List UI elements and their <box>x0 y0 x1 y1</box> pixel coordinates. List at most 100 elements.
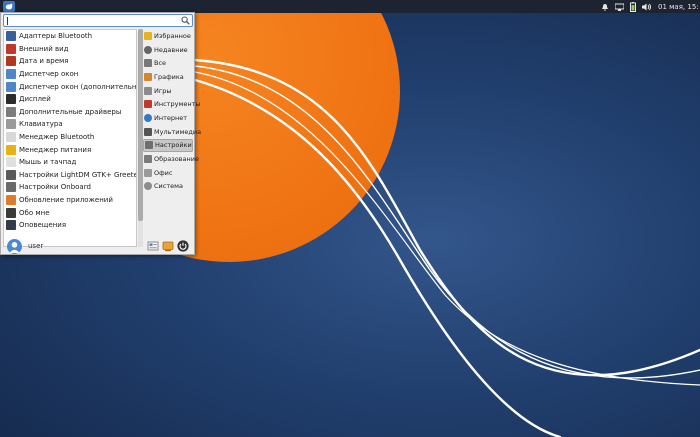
app-item-label: Менеджер питания <box>19 145 92 154</box>
category-item[interactable]: Игры <box>143 84 193 98</box>
all-apps-icon <box>144 59 152 68</box>
window-manager-icon <box>6 69 16 80</box>
category-item-label: Мультимедиа <box>154 127 202 136</box>
app-item-label: Адаптеры Bluetooth <box>19 32 93 41</box>
window-manager-tweaks-icon <box>6 81 16 92</box>
app-item[interactable]: Обновление приложений <box>4 194 136 207</box>
app-item[interactable]: Оповещения <box>4 219 136 232</box>
category-item[interactable]: Инструменты <box>143 97 201 111</box>
username-label: user <box>28 242 44 250</box>
application-list: Адаптеры Bluetooth Внешний вид Дата и врем… <box>3 29 137 247</box>
panel-clock[interactable]: 01 мая, 15:06 <box>658 3 698 11</box>
network-icon[interactable] <box>615 3 624 11</box>
app-item-label: Дисплей <box>19 95 51 104</box>
text-caret <box>7 17 8 25</box>
notifications-icon[interactable] <box>601 3 609 11</box>
app-item[interactable]: Менеджер питания <box>4 143 136 156</box>
app-item-label: Настройки LightDM GTK+ Greeter <box>19 170 137 179</box>
app-item-label: Обо мне <box>19 208 50 217</box>
category-item[interactable]: Система <box>143 180 193 194</box>
keyboard-icon <box>6 119 16 130</box>
category-item-label: Офис <box>154 168 173 177</box>
app-item-label: Обновление приложений <box>19 196 113 205</box>
category-item[interactable]: Настройки <box>143 138 193 153</box>
category-item-label: Избранное <box>154 31 191 40</box>
category-item-label: Образование <box>154 155 199 164</box>
app-item[interactable]: Менеджер Bluetooth <box>4 131 136 144</box>
app-item[interactable]: Мышь и тачпад <box>4 156 136 169</box>
system-tray: 01 мая, 15:06 <box>601 1 700 12</box>
category-item-label: Графика <box>154 72 184 81</box>
category-item[interactable]: Мультимедиа <box>143 125 201 139</box>
app-item[interactable]: Дисплей <box>4 93 136 106</box>
app-item[interactable]: Диспетчер окон <box>4 68 136 81</box>
category-item-label: Настройки <box>155 141 192 150</box>
app-item-label: Клавиатура <box>19 120 63 129</box>
lightdm-icon <box>6 169 16 180</box>
clock-icon <box>6 56 16 67</box>
appearance-icon <box>6 43 16 54</box>
category-item[interactable]: Графика <box>143 70 193 84</box>
bluetooth-adapter-icon <box>6 31 16 42</box>
bluetooth-manager-icon <box>6 132 16 143</box>
power-manager-icon <box>6 144 16 155</box>
app-menu-button[interactable] <box>3 1 15 12</box>
battery-icon[interactable] <box>630 1 636 12</box>
system-icon <box>144 182 152 191</box>
app-item[interactable]: Настройки Onboard <box>4 181 136 194</box>
games-icon <box>144 86 152 95</box>
menu-bottom-bar: user <box>1 237 194 255</box>
app-item[interactable]: Обо мне <box>4 206 136 219</box>
settings-manager-icon[interactable] <box>147 240 159 252</box>
app-item[interactable]: Адаптеры Bluetooth <box>4 30 136 43</box>
app-item-label: Мышь и тачпад <box>19 158 77 167</box>
category-item-label: Недавние <box>154 45 188 54</box>
app-item[interactable]: Дополнительные драйверы <box>4 106 136 119</box>
category-item-label: Все <box>154 59 167 68</box>
category-list: Избранное Недавние Все Графика Игры Инструмен… <box>143 29 201 194</box>
volume-icon[interactable] <box>642 3 652 11</box>
app-item-label: Внешний вид <box>19 44 69 53</box>
search-icon <box>181 16 190 27</box>
category-item-label: Игры <box>154 86 172 95</box>
category-item-label: Инструменты <box>154 100 201 109</box>
drivers-icon <box>6 106 16 117</box>
mouse-icon <box>6 157 16 168</box>
category-item[interactable]: Все <box>143 56 193 70</box>
onboard-keyboard-icon <box>6 182 16 193</box>
app-item[interactable]: Клавиатура <box>4 118 136 131</box>
software-updater-icon <box>6 195 16 206</box>
lock-screen-icon[interactable] <box>162 240 174 252</box>
whisker-menu: Адаптеры Bluetooth Внешний вид Дата и врем… <box>0 12 201 255</box>
category-item[interactable]: Образование <box>143 152 199 166</box>
category-item[interactable]: Интернет <box>143 111 193 125</box>
category-item[interactable]: Избранное <box>143 29 193 43</box>
app-item[interactable]: Внешний вид <box>4 43 136 56</box>
settings-icon <box>145 141 153 150</box>
app-item[interactable]: Дата и время <box>4 55 136 68</box>
search-input[interactable] <box>3 14 193 27</box>
app-item[interactable]: Диспетчер окон (дополнительно) <box>4 80 136 93</box>
app-item-label: Дополнительные драйверы <box>19 107 122 116</box>
category-item[interactable]: Офис <box>143 166 193 180</box>
app-item[interactable]: Настройки LightDM GTK+ Greeter <box>4 169 136 182</box>
app-item-label: Менеджер Bluetooth <box>19 133 95 142</box>
category-item-label: Система <box>154 182 184 191</box>
display-icon <box>6 94 16 105</box>
power-icon[interactable] <box>177 240 189 252</box>
office-icon <box>144 168 152 177</box>
category-item[interactable]: Недавние <box>143 43 193 57</box>
notifications-settings-icon <box>6 220 16 231</box>
education-icon <box>144 155 152 164</box>
about-me-icon <box>6 207 16 218</box>
app-item-label: Оповещения <box>19 221 67 230</box>
app-item-label: Настройки Onboard <box>19 183 91 192</box>
category-item-label: Интернет <box>154 113 188 122</box>
app-item-label: Диспетчер окон <box>19 70 79 79</box>
user-avatar <box>7 239 22 254</box>
recent-icon <box>144 45 152 54</box>
internet-icon <box>144 113 152 122</box>
app-item-label: Дата и время <box>19 57 69 66</box>
multimedia-icon <box>144 127 152 136</box>
favorites-icon <box>144 31 152 40</box>
